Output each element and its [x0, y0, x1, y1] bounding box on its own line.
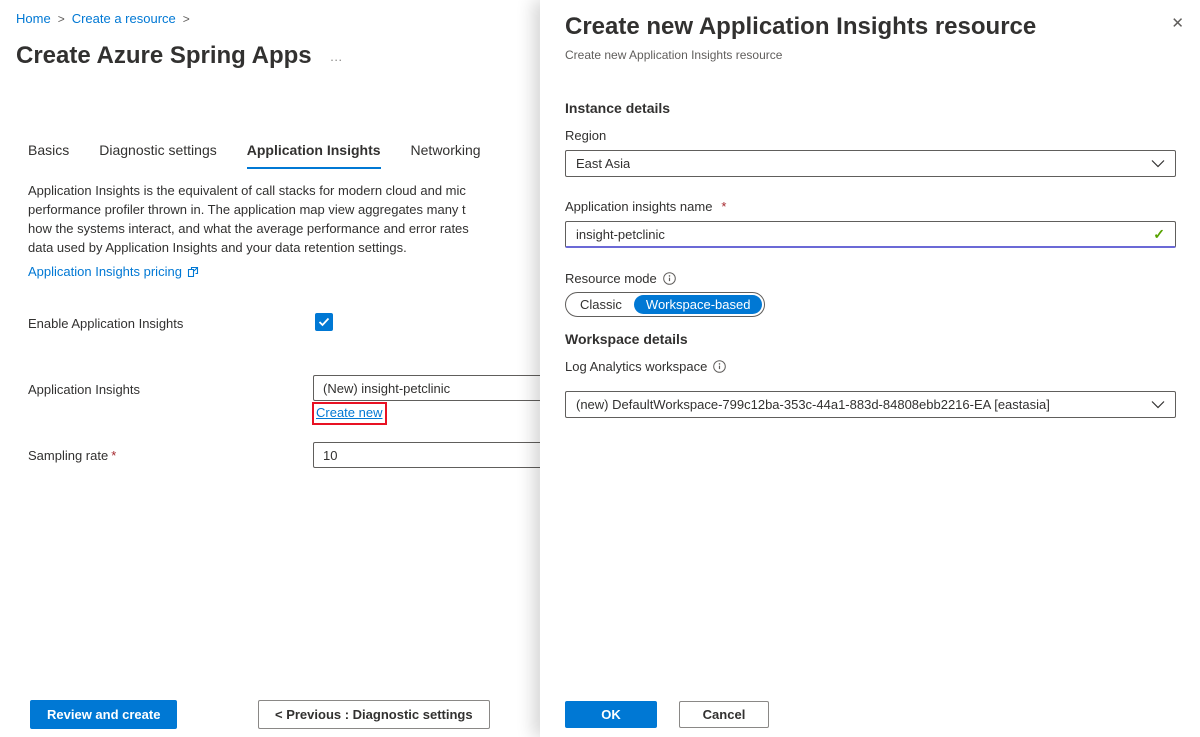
page-title: Create Azure Spring Apps …	[16, 42, 345, 70]
application-insights-dropdown[interactable]: (New) insight-petclinic	[313, 375, 565, 401]
required-asterisk: *	[721, 199, 726, 214]
page-title-text: Create Azure Spring Apps	[16, 42, 312, 70]
log-analytics-workspace-dropdown-value: (new) DefaultWorkspace-799c12ba-353c-44a…	[576, 397, 1050, 412]
sampling-rate-input[interactable]	[313, 442, 565, 468]
breadcrumb-separator: >	[58, 12, 65, 26]
chevron-down-icon	[1151, 156, 1165, 171]
cancel-button[interactable]: Cancel	[679, 701, 769, 728]
breadcrumb-home[interactable]: Home	[16, 11, 51, 26]
tab-diagnostic-settings[interactable]: Diagnostic settings	[99, 142, 217, 169]
required-asterisk: *	[111, 448, 116, 463]
valid-check-icon: ✓	[1153, 226, 1165, 243]
resource-mode-toggle: Classic Workspace-based	[565, 292, 765, 317]
external-link-icon	[187, 266, 199, 278]
description-line: data used by Application Insights and yo…	[28, 238, 469, 257]
breadcrumb-create-a-resource[interactable]: Create a resource	[72, 11, 176, 26]
description-line: how the systems interact, and what the a…	[28, 219, 469, 238]
app-insights-name-field: ✓	[565, 221, 1176, 248]
create-new-link-highlight: Create new	[312, 402, 387, 425]
pricing-link-label: Application Insights pricing	[28, 264, 182, 279]
panel-subtitle: Create new Application Insights resource	[565, 48, 782, 62]
sampling-rate-label: Sampling rate*	[28, 448, 116, 463]
panel-title: Create new Application Insights resource	[565, 13, 1036, 41]
previous-diagnostic-settings-button[interactable]: < Previous : Diagnostic settings	[258, 700, 490, 729]
application-insights-dropdown-value: (New) insight-petclinic	[323, 381, 450, 396]
create-app-insights-panel: Create new Application Insights resource…	[540, 0, 1200, 737]
tab-networking[interactable]: Networking	[411, 142, 481, 169]
region-dropdown-value: East Asia	[576, 156, 630, 171]
app-insights-name-label: Application insights name *	[565, 199, 726, 214]
log-analytics-workspace-label-text: Log Analytics workspace	[565, 359, 707, 374]
log-analytics-workspace-dropdown[interactable]: (new) DefaultWorkspace-799c12ba-353c-44a…	[565, 391, 1176, 418]
enable-application-insights-label: Enable Application Insights	[28, 316, 183, 331]
breadcrumb: Home > Create a resource >	[16, 11, 197, 26]
app-insights-name-input[interactable]	[576, 227, 1145, 242]
log-analytics-workspace-label: Log Analytics workspace	[565, 359, 726, 374]
description-line: Application Insights is the equivalent o…	[28, 181, 469, 200]
tab-bar: Basics Diagnostic settings Application I…	[28, 142, 481, 169]
close-icon[interactable]: ✕	[1171, 16, 1184, 31]
instance-details-header: Instance details	[565, 100, 670, 116]
checkbox-check-icon	[318, 317, 330, 327]
resource-mode-option-classic[interactable]: Classic	[568, 295, 634, 314]
description-line: performance profiler thrown in. The appl…	[28, 200, 469, 219]
workspace-details-header: Workspace details	[565, 331, 688, 347]
title-ellipsis: …	[330, 49, 345, 64]
chevron-down-icon	[1151, 397, 1165, 412]
description-text: Application Insights is the equivalent o…	[28, 181, 469, 257]
review-and-create-button[interactable]: Review and create	[30, 700, 177, 729]
sampling-rate-label-text: Sampling rate	[28, 448, 108, 463]
info-icon[interactable]	[663, 272, 676, 285]
region-dropdown[interactable]: East Asia	[565, 150, 1176, 177]
azure-portal-screen: Home > Create a resource > Create Azure …	[0, 0, 1200, 737]
resource-mode-option-workspace-based[interactable]: Workspace-based	[634, 295, 763, 314]
tab-application-insights[interactable]: Application Insights	[247, 142, 381, 169]
application-insights-pricing-link[interactable]: Application Insights pricing	[28, 264, 199, 279]
ok-button[interactable]: OK	[565, 701, 657, 728]
application-insights-label: Application Insights	[28, 382, 140, 397]
tab-basics[interactable]: Basics	[28, 142, 69, 169]
app-insights-name-label-text: Application insights name	[565, 199, 712, 214]
info-icon[interactable]	[713, 360, 726, 373]
create-new-link[interactable]: Create new	[316, 405, 382, 420]
panel-footer: OK Cancel	[565, 701, 769, 728]
region-label: Region	[565, 128, 606, 143]
enable-application-insights-checkbox[interactable]	[315, 313, 333, 331]
breadcrumb-separator: >	[183, 12, 190, 26]
resource-mode-label-text: Resource mode	[565, 271, 657, 286]
resource-mode-label: Resource mode	[565, 271, 676, 286]
